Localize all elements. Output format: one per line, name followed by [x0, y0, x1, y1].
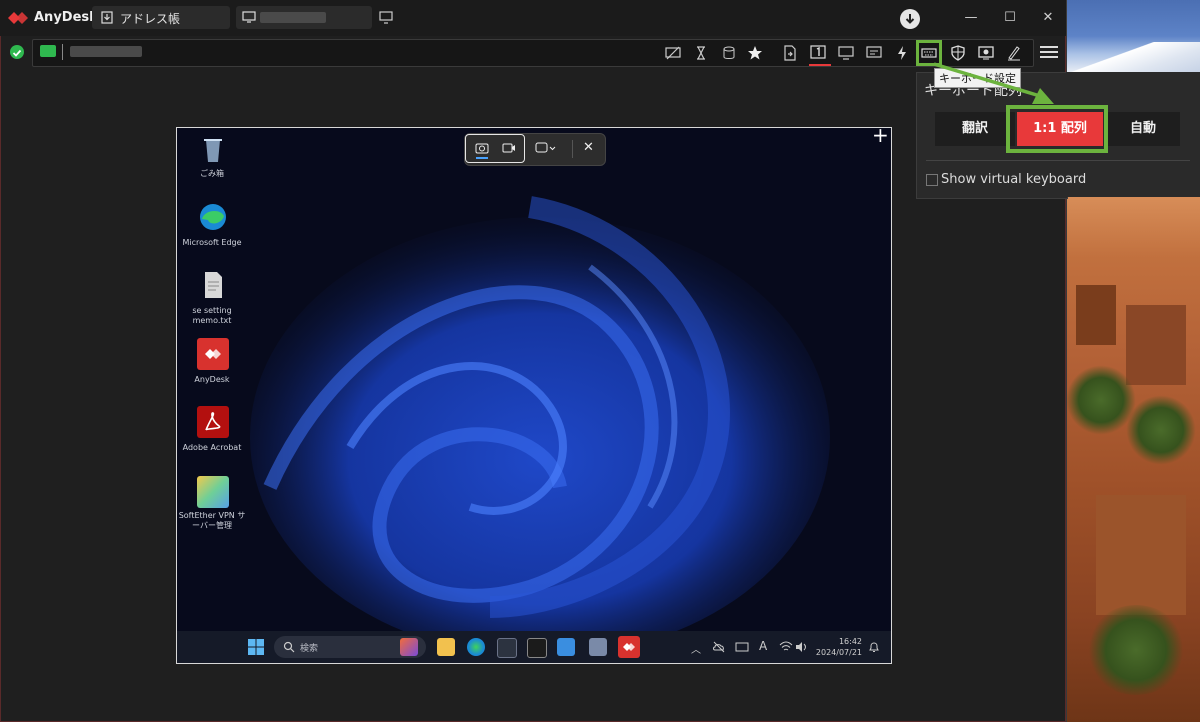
desktop-icon-label: Microsoft Edge	[182, 238, 242, 247]
video-icon[interactable]	[501, 140, 517, 156]
star-icon[interactable]	[746, 44, 764, 62]
virtual-keyboard-label: Show virtual keyboard	[941, 172, 1087, 187]
keyboard-tray-icon[interactable]	[735, 642, 749, 652]
wallpaper-top	[1066, 0, 1200, 72]
edge-icon[interactable]	[198, 202, 228, 232]
text-file-icon[interactable]	[198, 270, 228, 300]
screen-off-icon[interactable]	[664, 44, 682, 62]
taskbar-clock[interactable]: 16:42 2024/07/21	[812, 636, 862, 658]
annotation-arrow-icon	[933, 62, 1054, 104]
crosshair-icon: +	[872, 123, 889, 147]
connection-ok-icon	[10, 45, 24, 59]
anydesk-taskbar-icon[interactable]	[618, 636, 640, 658]
search-icon	[283, 641, 295, 653]
remote-monitor-icon	[40, 45, 56, 57]
ime-icon[interactable]: A	[759, 639, 767, 653]
maximize-button[interactable]: ☐	[1001, 9, 1019, 27]
wallpaper-bottom	[1066, 195, 1200, 722]
desktop-icon-label: ごみ箱	[200, 169, 224, 178]
one-to-one-highlight	[1006, 105, 1108, 153]
volume-icon[interactable]	[795, 641, 809, 653]
tab-address-book-label: アドレス帳	[120, 12, 181, 26]
virtual-keyboard-checkbox[interactable]	[926, 174, 938, 186]
search-highlight-icon	[400, 638, 418, 656]
menu-icon[interactable]	[1040, 43, 1058, 61]
store-icon[interactable]	[497, 638, 517, 658]
softether-icon[interactable]	[197, 476, 229, 508]
tray-expand-icon[interactable]: ︿	[691, 641, 701, 656]
chat-icon[interactable]	[865, 44, 883, 62]
snipping-close-icon[interactable]: ✕	[583, 140, 594, 155]
notification-bell-icon[interactable]	[868, 641, 880, 653]
toolbar-divider	[62, 44, 63, 60]
close-button[interactable]: ✕	[1039, 9, 1057, 27]
cloud-off-icon[interactable]	[712, 641, 726, 653]
snipping-divider	[572, 140, 573, 158]
new-tab-icon[interactable]	[379, 11, 394, 25]
desktop-icon-label: se setting memo.txt	[192, 306, 232, 325]
windows-start-icon[interactable]	[248, 639, 264, 655]
desktop-icon-label: SoftEther VPN サーバー管理	[178, 511, 246, 530]
clock-date: 2024/07/21	[815, 648, 862, 657]
layout-translate-button[interactable]: 翻訳	[935, 112, 1015, 146]
file-transfer-icon[interactable]	[781, 44, 799, 62]
camera-icon[interactable]	[474, 140, 490, 156]
download-icon	[101, 11, 113, 24]
remote-desktop-icon[interactable]	[557, 638, 575, 656]
wifi-icon[interactable]	[779, 641, 793, 653]
lightning-icon[interactable]	[893, 44, 911, 62]
photos-icon[interactable]	[589, 638, 607, 656]
acrobat-icon[interactable]	[197, 406, 229, 438]
taskbar-search-placeholder: 検索	[300, 644, 319, 654]
redacted-session-id	[260, 12, 326, 23]
windows-wallpaper-bloom	[250, 196, 830, 637]
file-explorer-icon[interactable]	[437, 638, 455, 656]
anydesk-icon[interactable]	[197, 338, 229, 370]
download-status-icon[interactable]	[900, 9, 920, 29]
popup-divider	[926, 160, 1190, 161]
terminal-icon[interactable]	[527, 638, 547, 658]
clock-time: 16:42	[838, 637, 862, 646]
session-toolbar	[32, 39, 1034, 67]
desktop-icon-label: Adobe Acrobat	[182, 443, 242, 452]
recycle-bin-icon[interactable]	[198, 134, 228, 164]
database-icon[interactable]	[720, 44, 738, 62]
monitor-icon[interactable]	[837, 44, 855, 62]
minimize-button[interactable]: —	[962, 9, 980, 27]
active-display-indicator	[809, 64, 831, 66]
edge-taskbar-icon[interactable]	[467, 638, 485, 656]
camera-active-indicator	[476, 157, 488, 159]
app-title: AnyDesk	[34, 10, 98, 25]
rectangle-mode-icon[interactable]	[534, 140, 558, 156]
anydesk-logo-icon	[8, 12, 28, 24]
desktop-icon-label: AnyDesk	[194, 375, 230, 384]
monitor-icon	[242, 11, 256, 23]
hourglass-icon[interactable]	[692, 44, 710, 62]
redacted-address	[70, 46, 142, 57]
layout-auto-button[interactable]: 自動	[1106, 112, 1180, 146]
display-one-icon[interactable]	[809, 44, 827, 62]
